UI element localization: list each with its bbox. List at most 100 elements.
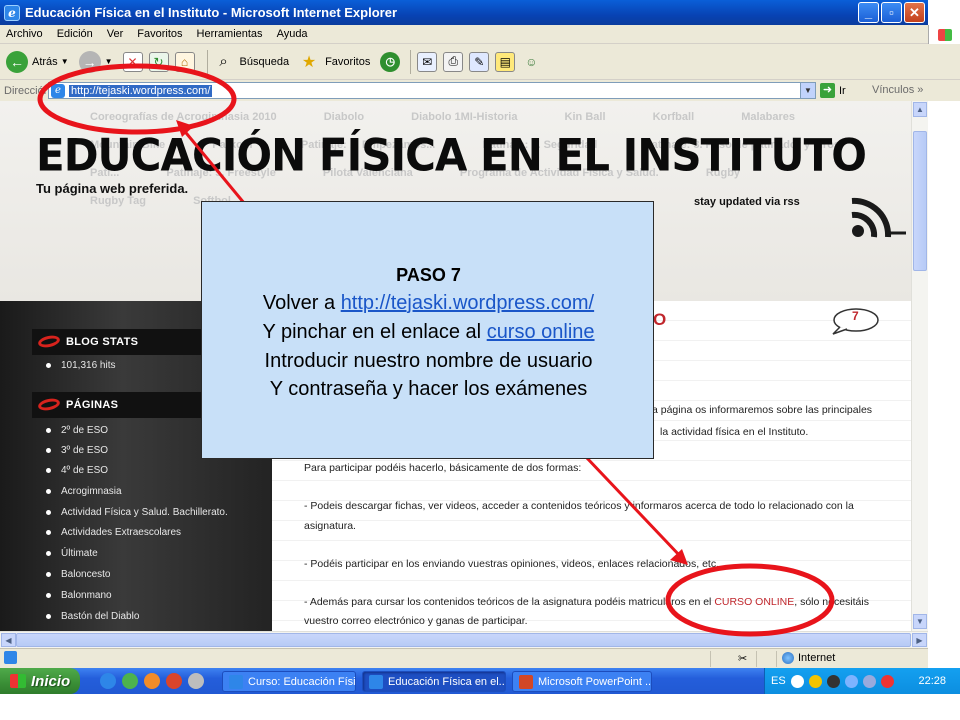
links-label[interactable]: Vínculos » bbox=[872, 84, 923, 96]
security-icon: ✂ bbox=[738, 653, 748, 665]
shield-icon[interactable] bbox=[808, 674, 822, 688]
show-desktop-icon[interactable] bbox=[188, 673, 204, 689]
favorites-button[interactable]: ★ Favoritos bbox=[299, 52, 370, 72]
minimize-button[interactable]: _ bbox=[858, 2, 879, 23]
tray-icon[interactable] bbox=[880, 674, 894, 688]
post-paragraph: - Podeis descargar fichas, ver videos, a… bbox=[304, 500, 854, 512]
language-indicator[interactable]: ES bbox=[771, 675, 786, 687]
taskbar-item[interactable]: Microsoft PowerPoint ... bbox=[512, 671, 652, 692]
history-icon[interactable]: ◷ bbox=[380, 51, 401, 72]
address-input[interactable]: e http://tejaski.wordpress.com/ ▼ bbox=[48, 82, 816, 99]
sidebar-item[interactable]: 4º de ESO bbox=[46, 465, 108, 476]
sidebar-item[interactable]: Últimate bbox=[46, 548, 98, 559]
ie-icon bbox=[229, 674, 243, 689]
sidebar-item[interactable]: Actividad Física y Salud. Bachillerato. bbox=[46, 507, 228, 518]
back-button[interactable]: ← Atrás ▼ bbox=[6, 50, 69, 73]
forward-button[interactable]: → ▼ bbox=[78, 50, 113, 73]
nav-link[interactable]: Rugby Tag bbox=[90, 195, 146, 207]
nav-link[interactable]: Korfball bbox=[653, 111, 695, 123]
maximize-button[interactable]: ▫ bbox=[881, 2, 902, 23]
mail-icon[interactable]: ✉ bbox=[417, 51, 438, 72]
taskbar-item[interactable]: Educación Física en el... bbox=[362, 671, 506, 692]
blog-url-link[interactable]: http://tejaski.wordpress.com/ bbox=[341, 292, 594, 314]
sidebar-item[interactable]: 3º de ESO bbox=[46, 445, 108, 456]
go-button[interactable]: ➜ Ir bbox=[820, 83, 846, 98]
instruction-line-1: Volver a http://tejaski.wordpress.com/ bbox=[202, 291, 655, 315]
sidebar-item-label: Últimate bbox=[61, 548, 98, 559]
print-icon[interactable]: ⎙ bbox=[443, 51, 464, 72]
powerpoint-icon bbox=[519, 674, 533, 689]
firefox-icon[interactable] bbox=[144, 673, 160, 689]
instruction-text: Volver a bbox=[262, 292, 341, 314]
menu-herramientas[interactable]: Herramientas bbox=[197, 28, 263, 40]
links-text: Vínculos bbox=[872, 84, 915, 96]
help-icon[interactable] bbox=[790, 674, 804, 688]
search-button[interactable]: ⌕ Búsqueda bbox=[214, 52, 289, 72]
sidebar-item[interactable]: Acrogimnasia bbox=[46, 486, 122, 497]
sidebar-item[interactable]: Baloncesto bbox=[46, 569, 110, 580]
network-icon[interactable] bbox=[826, 674, 840, 688]
nav-link[interactable]: Coreografías de Acrogimnasia 2010 bbox=[90, 111, 277, 123]
forward-arrow-icon: → bbox=[78, 50, 101, 73]
toolbar-separator bbox=[206, 49, 208, 74]
stop-icon[interactable]: ✕ bbox=[122, 51, 143, 72]
nav-link[interactable]: Kin Ball bbox=[565, 111, 606, 123]
loop-icon bbox=[37, 396, 61, 413]
discuss-icon[interactable]: ▤ bbox=[495, 51, 516, 72]
bullet-icon bbox=[46, 448, 51, 453]
messenger-icon[interactable]: ☺ bbox=[521, 52, 541, 72]
sidebar-item[interactable]: Bastón del Diablo bbox=[46, 611, 139, 622]
taskbar-item[interactable]: Curso: Educación Físi... bbox=[222, 671, 356, 692]
windows-flag-icon bbox=[10, 674, 26, 688]
sidebar-item[interactable]: Balonmano bbox=[46, 590, 112, 601]
chevron-down-icon[interactable]: ▼ bbox=[800, 83, 815, 98]
edit-icon[interactable]: ✎ bbox=[469, 51, 490, 72]
curso-online-link[interactable]: curso online bbox=[487, 321, 595, 343]
hits-count: 101,316 hits bbox=[61, 360, 116, 371]
menu-favoritos[interactable]: Favoritos bbox=[137, 28, 182, 40]
menu-archivo[interactable]: Archivo bbox=[6, 28, 43, 40]
sidebar-item[interactable]: 2º de ESO bbox=[46, 425, 108, 436]
tray-icon[interactable] bbox=[862, 674, 876, 688]
outlook-icon[interactable] bbox=[122, 673, 138, 689]
instruction-line-3: Introducir nuestro nombre de usuario bbox=[264, 350, 593, 372]
start-button[interactable]: Inicio bbox=[0, 668, 80, 694]
rss-icon[interactable] bbox=[848, 193, 908, 241]
status-separator bbox=[756, 651, 757, 667]
nav-link[interactable]: Diabolo bbox=[324, 111, 364, 123]
comment-count[interactable]: 7 bbox=[852, 309, 859, 323]
scroll-down-icon[interactable]: ▼ bbox=[913, 614, 927, 629]
menu-ayuda[interactable]: Ayuda bbox=[277, 28, 308, 40]
sidebar-item[interactable]: Actividades Extraescolares bbox=[46, 527, 181, 538]
refresh-icon[interactable]: ↻ bbox=[148, 51, 169, 72]
sidebar-item-label: Balonmano bbox=[61, 590, 112, 601]
window-title: Educación Física en el Instituto - Micro… bbox=[25, 5, 398, 20]
instruction-line-4: Y contraseña y hacer los exámenes bbox=[269, 378, 588, 400]
clock[interactable]: 22:28 bbox=[918, 675, 946, 687]
menu-edicion[interactable]: Edición bbox=[57, 28, 93, 40]
bullet-icon bbox=[46, 489, 51, 494]
home-icon[interactable]: ⌂ bbox=[174, 51, 195, 72]
bullet-icon bbox=[46, 593, 51, 598]
scroll-up-icon[interactable]: ▲ bbox=[913, 102, 927, 117]
vertical-scrollbar[interactable]: ▲ ▼ bbox=[911, 101, 928, 631]
scroll-left-icon[interactable]: ◀ bbox=[1, 633, 16, 647]
address-url[interactable]: http://tejaski.wordpress.com/ bbox=[69, 84, 213, 97]
stat-item: 101,316 hits bbox=[46, 360, 116, 371]
horizontal-scrollbar[interactable]: ◀ ▶ bbox=[0, 631, 928, 648]
ie-icon: e bbox=[4, 4, 20, 21]
site-title[interactable]: EDUCACIÓN FÍSICA EN EL INSTITUTO bbox=[36, 130, 867, 181]
system-tray: ES 22:28 bbox=[764, 668, 960, 694]
menu-ver[interactable]: Ver bbox=[107, 28, 124, 40]
curso-online-link[interactable]: CURSO ONLINE bbox=[714, 596, 794, 608]
media-icon[interactable] bbox=[166, 673, 182, 689]
nav-link[interactable]: Malabares bbox=[741, 111, 795, 123]
tray-icon[interactable] bbox=[844, 674, 858, 688]
scroll-thumb[interactable] bbox=[16, 633, 911, 647]
ie-icon[interactable] bbox=[100, 673, 116, 689]
nav-link[interactable]: Diabolo 1MI-Historia bbox=[411, 111, 517, 123]
star-icon: ★ bbox=[301, 53, 317, 71]
close-button[interactable]: ✕ bbox=[904, 2, 925, 23]
scroll-right-icon[interactable]: ▶ bbox=[912, 633, 927, 647]
scroll-thumb[interactable] bbox=[913, 131, 927, 271]
